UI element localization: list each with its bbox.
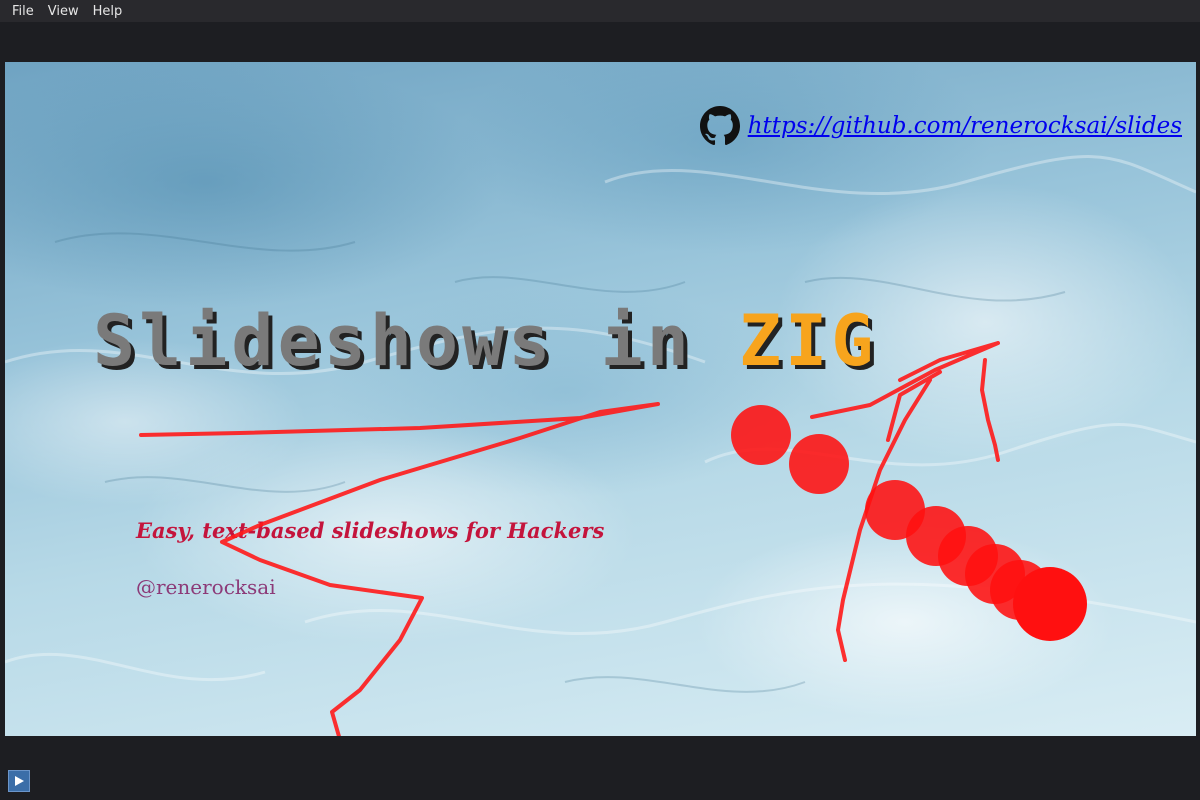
title-highlight: ZIG xyxy=(739,300,878,382)
slide-title: Slideshows in ZIG xyxy=(93,300,877,382)
water-background xyxy=(5,155,1196,693)
play-icon xyxy=(15,776,24,786)
title-main: Slideshows in xyxy=(93,300,740,382)
bottom-toolbar xyxy=(0,736,1200,800)
slide-author: @renerocksai xyxy=(136,575,276,599)
repo-link-group: https://github.com/renerocksai/slides xyxy=(699,106,1182,146)
play-button[interactable] xyxy=(8,770,30,792)
slide-canvas[interactable]: https://github.com/renerocksai/slides Sl… xyxy=(5,62,1196,736)
menu-help[interactable]: Help xyxy=(87,4,131,19)
slide-subtitle: Easy, text-based slideshows for Hackers xyxy=(136,518,605,543)
repo-link[interactable]: https://github.com/renerocksai/slides xyxy=(748,113,1182,139)
menu-view[interactable]: View xyxy=(42,4,87,19)
menu-bar: File View Help xyxy=(0,0,1200,22)
github-icon[interactable] xyxy=(699,106,740,146)
menu-file[interactable]: File xyxy=(0,4,42,19)
